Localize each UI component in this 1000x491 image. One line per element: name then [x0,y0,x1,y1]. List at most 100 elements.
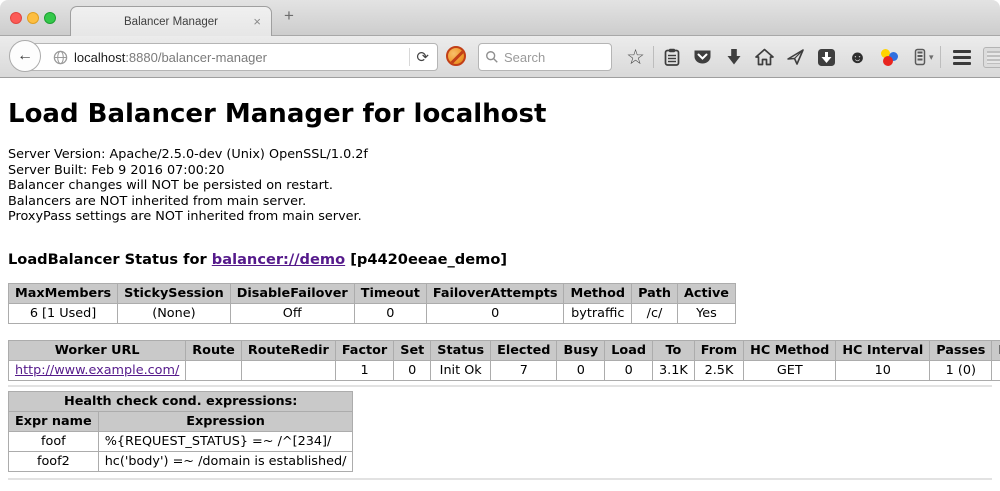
table-cell: 0 [394,360,431,380]
extension-colorballs-button[interactable] [873,36,904,78]
table-cell: Yes [677,303,735,323]
download-arrow-icon [726,48,742,66]
menu-button[interactable] [947,36,978,78]
back-button[interactable]: ← [9,40,41,72]
page-actions-button[interactable] [978,36,1000,78]
worker-url-cell: http://www.example.com/ [9,360,186,380]
battery-icon [913,47,927,67]
header-cell: Factor [335,340,393,360]
table-cell: 2 (0) [992,360,1000,380]
expr-name-cell: foof [9,431,99,451]
search-box[interactable] [478,43,612,71]
header-cell: RouteRedir [241,340,335,360]
table-cell: 0 [605,360,653,380]
header-cell: Expr name [9,411,99,431]
hc-expr-row: foof %{REQUEST_STATUS} =~ /^[234]/ [9,431,353,451]
send-button[interactable] [780,36,811,78]
table-header-row: Expr name Expression [9,411,353,431]
server-built-line: Server Built: Feb 9 2016 07:00:20 [8,163,992,179]
header-cell: Worker URL [9,340,186,360]
page-end-divider [8,478,992,480]
color-balls-icon [880,48,898,66]
inherit-note-line: Balancers are NOT inherited from main se… [8,194,992,210]
balancer-link[interactable]: balancer://demo [212,251,345,268]
star-icon: ☆ [626,47,645,68]
tab-close-icon[interactable]: × [253,14,261,29]
header-cell: From [694,340,743,360]
heading-prefix: LoadBalancer Status for [8,251,212,268]
tab-balancer-manager[interactable]: Balancer Manager × [70,6,272,37]
minimize-window-button[interactable] [27,12,39,24]
header-cell: Active [677,283,735,303]
table-cell: Init Ok [431,360,491,380]
proxypass-note-line: ProxyPass settings are NOT inherited fro… [8,209,992,225]
table-cell: 1 [335,360,393,380]
clipboard-button[interactable] [656,36,687,78]
header-cell: To [653,340,695,360]
header-cell: Path [632,283,678,303]
table-cell [186,360,242,380]
reload-icon[interactable]: ⟳ [416,50,429,65]
header-cell: Status [431,340,491,360]
table-cell: 7 [491,360,557,380]
table-header-row: Worker URL Route RouteRedir Factor Set S… [9,340,1000,360]
balancer-settings-table: MaxMembers StickySession DisableFailover… [8,283,736,324]
smiley-icon: ☻ [848,48,867,66]
header-cell: MaxMembers [9,283,118,303]
pocket-button[interactable] [687,36,718,78]
header-cell: Busy [557,340,605,360]
header-cell: Load [605,340,653,360]
table-cell [241,360,335,380]
header-cell: HC Interval [836,340,930,360]
search-input[interactable] [504,50,605,65]
zoom-window-button[interactable] [44,12,56,24]
back-arrow-icon: ← [17,47,33,65]
persist-note-line: Balancer changes will NOT be persisted o… [8,178,992,194]
bookmark-star-button[interactable]: ☆ [620,36,651,78]
health-check-table: Health check cond. expressions: Expr nam… [8,391,353,472]
table-row: 6 [1 Used] (None) Off 0 0 bytraffic /c/ … [9,303,736,323]
heading-suffix: [p4420eeae_demo] [345,251,507,268]
table-cell: bytraffic [564,303,632,323]
home-button[interactable] [749,36,780,78]
header-cell: StickySession [118,283,231,303]
toolbar-separator [653,46,654,68]
home-icon [755,48,774,66]
table-cell: 6 [1 Used] [9,303,118,323]
extension-smiley-button[interactable]: ☻ [842,36,873,78]
page-grid-icon [983,47,1000,68]
new-tab-button[interactable]: + [284,6,294,26]
header-cell: Route [186,340,242,360]
worker-table: Worker URL Route RouteRedir Factor Set S… [8,340,1000,381]
table-cell: 2.5K [694,360,743,380]
table-title-row: Health check cond. expressions: [9,391,353,411]
hc-table-title: Health check cond. expressions: [9,391,353,411]
table-cell: /c/ [632,303,678,323]
box-download-icon [817,48,836,67]
downloads-button[interactable] [718,36,749,78]
server-version-line: Server Version: Apache/2.5.0-dev (Unix) … [8,147,992,163]
globe-icon [53,50,68,65]
worker-url-link[interactable]: http://www.example.com/ [15,363,179,378]
plugin-blocked-icon[interactable] [446,46,466,66]
urlbar-divider [409,48,410,66]
table-cell: 0 [426,303,564,323]
paper-plane-icon [786,48,805,66]
extension-download-box-button[interactable] [811,36,842,78]
header-cell: Passes [930,340,992,360]
balancer-status-heading: LoadBalancer Status for balancer://demo … [8,251,992,268]
expr-name-cell: foof2 [9,451,99,471]
close-window-button[interactable] [10,12,22,24]
expr-value-cell: hc('body') =~ /domain is established/ [98,451,353,471]
table-cell: (None) [118,303,231,323]
url-bar[interactable]: localhost:8880/balancer-manager ⟳ [26,43,438,71]
table-cell: Off [230,303,354,323]
table-cell: 0 [557,360,605,380]
tab-title: Balancer Manager [124,16,218,28]
url-path-text: :8880/balancer-manager [125,50,267,65]
header-cell: Expression [98,411,353,431]
expr-value-cell: %{REQUEST_STATUS} =~ /^[234]/ [98,431,353,451]
table-cell: 10 [836,360,930,380]
header-cell: HC Method [744,340,836,360]
chevron-down-icon[interactable]: ▾ [929,52,934,63]
